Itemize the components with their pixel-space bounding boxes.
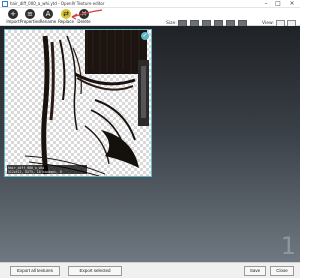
save-button[interactable]: Save bbox=[244, 266, 266, 276]
texture-caption: hair_diff_000_a_whi 512x512, DXT5, 10 mi… bbox=[7, 165, 87, 174]
toolbar: + Import ≡ Properties A Rename ⇄ Replace… bbox=[0, 8, 300, 27]
export-all-button[interactable]: Export all textures bbox=[10, 266, 60, 276]
title-bar: hair_diff_000_a_whi.ytd - OpenIV Texture… bbox=[0, 0, 300, 8]
texture-thumbnail[interactable]: ✓ hair_diff_000_a_whi 512x512, DXT5, 10 … bbox=[4, 29, 152, 177]
texture-preview-image bbox=[24, 30, 149, 176]
annotation-arrow-icon bbox=[71, 9, 103, 20]
import-icon: + bbox=[8, 9, 18, 19]
page-number: 1 bbox=[280, 232, 296, 260]
close-icon[interactable]: × bbox=[286, 0, 298, 8]
export-selected-button[interactable]: Export selected bbox=[68, 266, 122, 276]
app-icon bbox=[2, 1, 8, 7]
window-title: hair_diff_000_a_whi.ytd - OpenIV Texture… bbox=[10, 1, 105, 6]
texture-canvas: ✓ hair_diff_000_a_whi 512x512, DXT5, 10 … bbox=[0, 26, 300, 262]
close-button[interactable]: Close bbox=[270, 266, 294, 276]
maximize-icon[interactable]: □ bbox=[272, 0, 284, 8]
minimize-icon[interactable]: – bbox=[260, 0, 272, 8]
footer-bar: Export all textures Export selected Save… bbox=[0, 262, 300, 278]
properties-icon: ≡ bbox=[25, 9, 35, 19]
checkmark-icon: ✓ bbox=[141, 32, 149, 40]
texture-info: 512x512, DXT5, 10 mipmaps, 0 bbox=[8, 169, 62, 174]
rename-icon: A bbox=[43, 9, 53, 19]
